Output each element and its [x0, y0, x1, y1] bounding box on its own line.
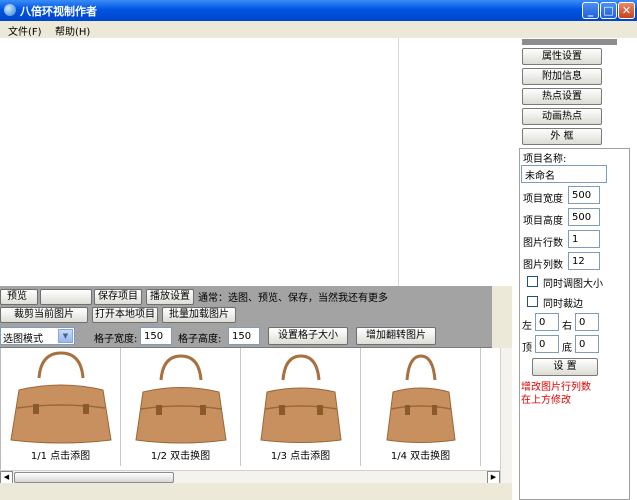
hotspot-settings-button[interactable]: 热点设置 [522, 88, 602, 105]
top-margin-input[interactable] [535, 335, 559, 353]
menu-help[interactable]: 帮助(H) [55, 23, 90, 38]
handbag-image [260, 354, 342, 443]
note-line-2: 在上方修改 [521, 395, 571, 406]
canvas-divider [398, 38, 399, 286]
gallery-item[interactable]: 1/3 点击添图 [241, 348, 361, 466]
note-line-1: 增改图片行列数 [521, 382, 591, 393]
add-flip-image-button[interactable]: 增加翻转图片 [356, 327, 436, 345]
resize-together-checkbox[interactable] [527, 276, 538, 287]
title-bar: 八倍环视制作者 _ □ ✕ [0, 0, 637, 21]
grid-width-input[interactable] [140, 327, 172, 345]
project-width-label: 项目宽度 [523, 194, 563, 205]
preview-button[interactable]: 预览 [0, 289, 38, 305]
gallery-caption: 1/1 点击添图 [30, 451, 91, 462]
minimize-button[interactable]: _ [582, 2, 599, 19]
left-margin-input[interactable] [535, 313, 559, 331]
mode-select-value: 选图模式 [3, 334, 43, 345]
batch-load-images-button[interactable]: 批量加载图片 [162, 307, 236, 323]
grid-height-input[interactable] [228, 327, 260, 345]
bottom-margin-label: 底 [562, 343, 572, 354]
image-cols-input[interactable] [568, 252, 600, 270]
right-panel: 属性设置 附加信息 热点设置 动画热点 外 框 项目名称: 项目宽度 项目高度 … [512, 38, 637, 500]
gallery-item[interactable]: 1/1 点击添图 [1, 348, 121, 466]
project-name-label: 项目名称: [523, 154, 567, 165]
resize-together-label: 同时调图大小 [543, 279, 603, 290]
mode-select[interactable]: 选图模式 ▼ [0, 327, 75, 345]
set-grid-size-button[interactable]: 设置格子大小 [268, 327, 348, 345]
right-margin-input[interactable] [575, 313, 599, 331]
gallery-caption: 1/4 双击换图 [390, 451, 451, 462]
project-width-input[interactable] [568, 186, 600, 204]
menu-bar: 文件(F) 帮助(H) [0, 21, 637, 38]
blank-button[interactable] [40, 289, 92, 305]
property-settings-button[interactable]: 属性设置 [522, 48, 602, 65]
image-cols-label: 图片列数 [523, 260, 563, 271]
bottom-margin-input[interactable] [575, 335, 599, 353]
image-gallery: 1/1 点击添图 1/2 双击换图 1/3 点击添图 1/4 双击换图 [0, 348, 500, 470]
handbag-image [10, 351, 112, 444]
close-button[interactable]: ✕ [618, 2, 635, 19]
handbag-image [135, 354, 227, 444]
play-settings-button[interactable]: 播放设置 [146, 289, 194, 305]
image-rows-label: 图片行数 [523, 238, 563, 249]
vertical-scrollbar[interactable] [500, 348, 512, 483]
handbag-image [386, 354, 456, 443]
maximize-button[interactable]: □ [600, 2, 617, 19]
project-height-input[interactable] [568, 208, 600, 226]
gallery-item[interactable]: 1/2 双击换图 [121, 348, 241, 466]
menu-file[interactable]: 文件(F) [8, 23, 42, 38]
animated-hotspot-button[interactable]: 动画热点 [522, 108, 602, 125]
panel-header-strip [522, 39, 617, 45]
project-name-input[interactable] [521, 165, 607, 183]
crop-current-image-button[interactable]: 裁剪当前图片 [0, 307, 88, 323]
scrollbar-thumb[interactable] [14, 472, 174, 483]
app-icon [4, 4, 16, 16]
gallery-caption: 1/3 点击添图 [270, 451, 331, 462]
right-margin-label: 右 [562, 321, 572, 332]
frame-button[interactable]: 外 框 [522, 128, 602, 145]
grid-width-label: 格子宽度: [94, 334, 138, 345]
toolbar: 预览 保存项目 播放设置 通常：选图、预览、保存，当然我还有更多 裁剪当前图片 … [0, 286, 492, 348]
gallery-item[interactable]: 1/4 双击换图 [361, 348, 481, 466]
preview-canvas[interactable] [0, 38, 512, 286]
crop-together-checkbox[interactable] [527, 296, 538, 307]
usage-tip: 通常：选图、预览、保存，当然我还有更多 [198, 293, 388, 304]
grid-height-label: 格子高度: [178, 334, 222, 345]
apply-settings-button[interactable]: 设 置 [532, 358, 598, 376]
left-margin-label: 左 [522, 321, 532, 332]
horizontal-scrollbar[interactable]: ◀ ▶ [0, 470, 500, 484]
chevron-down-icon[interactable]: ▼ [58, 329, 73, 343]
window-title: 八倍环视制作者 [20, 5, 97, 18]
project-height-label: 项目高度 [523, 216, 563, 227]
save-project-button[interactable]: 保存项目 [94, 289, 142, 305]
extra-info-button[interactable]: 附加信息 [522, 68, 602, 85]
open-local-project-button[interactable]: 打开本地项目 [92, 307, 158, 323]
crop-together-label: 同时裁边 [543, 299, 583, 310]
top-margin-label: 顶 [522, 343, 532, 354]
image-rows-input[interactable] [568, 230, 600, 248]
status-bar [0, 483, 512, 500]
properties-panel: 项目名称: 项目宽度 项目高度 图片行数 图片列数 同时调图大小 同时裁边 左 … [519, 148, 630, 500]
gallery-caption: 1/2 双击换图 [150, 451, 211, 462]
